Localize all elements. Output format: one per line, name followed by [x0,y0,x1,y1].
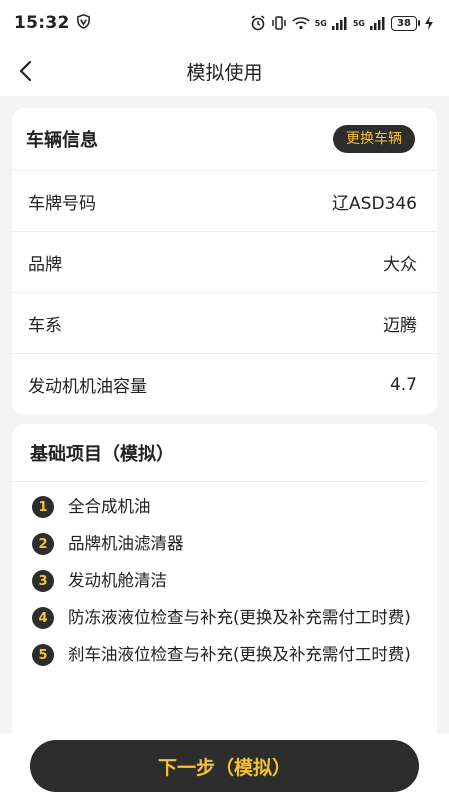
network-label-2: 5G [352,18,365,28]
item-number-badge: 4 [32,607,54,629]
battery-indicator: 38 [391,15,420,31]
back-button[interactable] [10,55,42,87]
brand-value: 大众 [383,254,417,275]
signal-icon [331,16,348,30]
info-row-oil-capacity: 发动机机油容量 4.7 [12,354,437,415]
item-number-badge: 1 [32,496,54,518]
vibrate-icon [271,15,287,31]
brand-label: 品牌 [28,254,62,275]
signal-icon [370,16,386,30]
network-label-1: 5G [314,18,327,28]
header: 模拟使用 [0,46,449,96]
chevron-left-icon [19,60,32,82]
status-right: 5G 5G 38 [250,15,433,31]
project-card-title: 基础项目（模拟） [30,443,174,465]
series-value: 迈腾 [383,315,417,336]
battery-cap [418,20,420,26]
status-bar: 15:32 5G 5G 38 [0,0,449,46]
next-step-button[interactable]: 下一步（模拟） [30,740,419,792]
bottom-bar: 下一步（模拟） [0,734,449,800]
list-item: 1 全合成机油 [32,494,423,519]
vehicle-info-card: 车辆信息 更换车辆 车牌号码 辽ASD346 品牌 大众 车系 迈腾 发动机机油… [12,108,437,415]
status-left: 15:32 [14,13,91,33]
screen: 15:32 5G 5G 38 模拟使用 车辆信息 更换车辆 车牌号码 辽ASD3… [0,0,449,800]
plate-value: 辽ASD346 [332,193,417,214]
item-text: 刹车油液位检查与补充(更换及补充需付工时费) [68,645,411,664]
item-number-badge: 5 [32,644,54,666]
item-text: 防冻液液位检查与补充(更换及补充需付工时费) [68,608,411,627]
info-row-brand: 品牌 大众 [12,232,437,293]
list-item: 5 刹车油液位检查与补充(更换及补充需付工时费) [32,642,423,667]
oil-capacity-value: 4.7 [389,374,417,395]
item-number-badge: 3 [32,570,54,592]
vehicle-card-title: 车辆信息 [26,130,98,151]
oil-capacity-label: 发动机机油容量 [28,377,147,397]
item-number-badge: 2 [32,533,54,555]
item-text: 全合成机油 [68,497,151,516]
wifi-icon [292,16,310,30]
status-time: 15:32 [14,13,70,33]
item-text: 发动机舱清洁 [68,571,167,590]
plate-label: 车牌号码 [28,193,96,214]
info-row-series: 车系 迈腾 [12,293,437,354]
info-row-plate: 车牌号码 辽ASD346 [12,171,437,232]
vehicle-card-header: 车辆信息 更换车辆 [12,108,437,171]
change-vehicle-button[interactable]: 更换车辆 [333,125,415,153]
series-label: 车系 [28,315,62,336]
project-list: 1 全合成机油 2 品牌机油滤清器 3 发动机舱清洁 4 防冻液液位检查与补充(… [12,482,437,667]
list-item: 3 发动机舱清洁 [32,568,423,593]
project-card-header: 基础项目（模拟） [12,424,427,482]
list-item: 2 品牌机油滤清器 [32,531,423,556]
battery-level: 38 [391,15,417,31]
page-title: 模拟使用 [186,61,263,84]
shield-icon [76,13,91,33]
charging-icon [425,16,433,30]
list-item: 4 防冻液液位检查与补充(更换及补充需付工时费) [32,605,423,630]
item-text: 品牌机油滤清器 [68,534,184,553]
basic-project-card: 基础项目（模拟） 1 全合成机油 2 品牌机油滤清器 3 发动机舱清洁 4 防冻… [12,424,437,734]
alarm-icon [250,15,266,31]
